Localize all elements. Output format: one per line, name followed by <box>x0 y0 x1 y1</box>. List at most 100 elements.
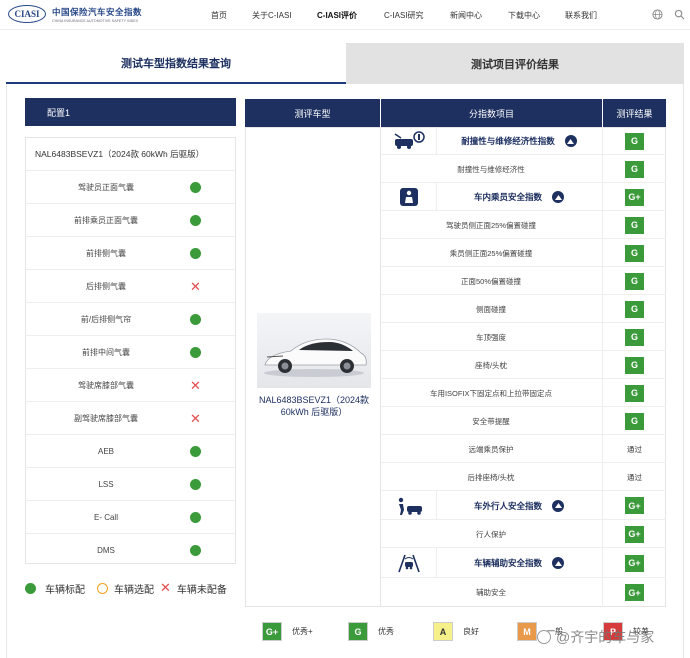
item-label: 乘员侧正面25%偏置碰撞 <box>449 248 533 258</box>
result-text: 通过 <box>627 472 642 482</box>
result-badge: G+ <box>625 525 644 543</box>
result-badge: G+ <box>625 188 644 206</box>
result-badge: G <box>625 412 644 430</box>
standard-dot-icon <box>190 182 201 193</box>
logo-name-en: CHINA INSURANCE AUTOMOTIVE SAFETY INDEX <box>52 18 139 23</box>
feature-label: 前排侧气囊 <box>86 249 126 258</box>
standard-dot-icon <box>190 215 201 226</box>
feature-row: 前排中间气囊 <box>26 336 235 369</box>
feature-label: 前排乘员正面气囊 <box>74 216 138 225</box>
feature-label: 驾驶员正面气囊 <box>78 183 134 192</box>
item-row: 车用ISOFIX下固定点和上拉带固定点 G <box>381 379 666 407</box>
category-label: 车辆辅助安全指数 <box>473 558 542 568</box>
item-label: 行人保护 <box>476 529 506 539</box>
result-badge: G <box>625 244 644 262</box>
legend-not-equipped: 车辆未配备 <box>176 584 227 596</box>
item-label: 驾驶员侧正面25%偏置碰撞 <box>445 220 536 230</box>
car-photo <box>257 313 371 388</box>
item-row: 安全带提醒 G <box>381 407 666 435</box>
ciasi-logo[interactable]: CIASI 中国保险汽车安全指数 CHINA INSURANCE AUTOMOT… <box>8 5 142 23</box>
config-feature-list: NAL6483BSEVZ1（2024款 60kWh 后驱版） 驾驶员正面气囊 前… <box>25 137 236 564</box>
not-equipped-cross-icon: ✕ <box>190 279 201 294</box>
rating-code: G+ <box>262 622 282 641</box>
feature-row: DMS <box>26 534 235 567</box>
category-row: 车内乘员安全指数 G+ <box>381 183 666 211</box>
tab-test-item-results[interactable]: 测试项目评价结果 <box>346 43 684 84</box>
rating-legend-item: G+ 优秀+ <box>262 622 313 641</box>
nav-evaluation[interactable]: C-IASI评价 <box>317 10 357 21</box>
item-label: 正面50%偏置碰撞 <box>460 276 521 286</box>
search-icon[interactable] <box>674 9 685 20</box>
watermark-text: @齐宇的车与家 <box>556 629 655 645</box>
feature-row: 前排乘员正面气囊 <box>26 204 235 237</box>
legend-optional: 车辆选配 <box>114 584 154 596</box>
standard-dot-icon <box>190 347 201 358</box>
header-index: 分指数项目 <box>381 99 602 127</box>
model-cell: NAL6483BSEVZ1（2024款 60kWh 后驱版） <box>245 127 381 607</box>
category-label: 耐撞性与维修经济性指数 <box>461 136 555 146</box>
chevron-up-icon[interactable] <box>564 135 577 147</box>
pedestrian-icon <box>381 491 437 520</box>
nav-home[interactable]: 首页 <box>211 10 227 21</box>
category-label: 车外行人安全指数 <box>473 500 542 511</box>
item-row: 侧面碰撞 G <box>381 295 666 323</box>
item-label: 耐撞性与维修经济性 <box>457 164 525 174</box>
item-row: 远端乘员保护 通过 <box>381 435 666 463</box>
category-row: 耐撞性与维修经济性指数 G <box>381 127 666 155</box>
feature-label: DMS <box>97 546 115 555</box>
item-label: 远端乘员保护 <box>468 444 514 454</box>
category-row: 车外行人安全指数 G+ <box>381 491 666 520</box>
item-row: 后排座椅/头枕 通过 <box>381 463 666 491</box>
not-equipped-cross-icon: ✕ <box>190 378 201 393</box>
item-label: 车顶强度 <box>476 332 506 342</box>
result-badge: G <box>625 132 644 150</box>
rating-label: 良好 <box>463 627 479 636</box>
feature-row: AEB <box>26 435 235 468</box>
chevron-up-icon[interactable] <box>552 557 564 569</box>
feature-label: LSS <box>98 480 114 489</box>
result-badge: G <box>625 328 644 346</box>
feature-row: 前/后排侧气帘 <box>26 303 235 336</box>
nav-research[interactable]: C-IASI研究 <box>384 10 424 21</box>
rating-code: M <box>517 622 537 641</box>
nav-contact[interactable]: 联系我们 <box>565 10 597 21</box>
header-result: 测评结果 <box>603 99 666 127</box>
feature-row: 驾驶席膝部气囊 ✕ <box>26 369 235 402</box>
item-row: 行人保护 G+ <box>381 520 666 548</box>
result-badge: G <box>625 300 644 318</box>
watermark: @齐宇的车与家 <box>537 627 654 647</box>
result-badge: G <box>625 356 644 374</box>
config-header[interactable]: 配置1 <box>25 98 236 126</box>
item-row: 正面50%偏置碰撞 G <box>381 267 666 295</box>
result-badge: G+ <box>625 497 644 514</box>
item-row: 车顶强度 G <box>381 323 666 351</box>
tab-model-index-query[interactable]: 测试车型指数结果查询 <box>6 43 346 84</box>
nav-news[interactable]: 新闻中心 <box>450 10 482 21</box>
category-row: 车辆辅助安全指数 G+ <box>381 548 666 578</box>
feature-row: E- Call <box>26 501 235 534</box>
globe-icon[interactable] <box>652 9 663 20</box>
feature-row: 驾驶员正面气囊 <box>26 171 235 204</box>
chevron-up-icon[interactable] <box>552 191 564 203</box>
item-label: 侧面碰撞 <box>476 304 506 314</box>
standard-dot-icon <box>190 446 201 457</box>
standard-dot-icon <box>190 545 201 556</box>
feature-label: 前排中间气囊 <box>82 348 130 357</box>
not-equipped-cross-icon: ✕ <box>190 411 201 426</box>
item-label: 座椅/头枕 <box>474 360 508 370</box>
feature-row: 后排侧气囊 ✕ <box>26 270 235 303</box>
item-row: 辅助安全 G+ <box>381 578 666 607</box>
top-navigation-bar: CIASI 中国保险汽车安全指数 CHINA INSURANCE AUTOMOT… <box>0 0 690 30</box>
item-label: 安全带提醒 <box>472 416 510 426</box>
optional-ring-icon <box>97 582 108 594</box>
logo-name-cn: 中国保险汽车安全指数 <box>52 6 143 17</box>
nav-downloads[interactable]: 下载中心 <box>508 10 540 21</box>
logo-mark: CIASI <box>8 5 46 23</box>
standard-dot-icon <box>25 582 36 594</box>
rating-legend-item: G 优秀 <box>348 622 394 641</box>
chevron-up-icon[interactable] <box>552 499 564 512</box>
standard-dot-icon <box>190 314 201 325</box>
nav-about[interactable]: 关于C-IASI <box>252 10 292 21</box>
result-badge: G <box>625 216 644 234</box>
feature-row: LSS <box>26 468 235 501</box>
